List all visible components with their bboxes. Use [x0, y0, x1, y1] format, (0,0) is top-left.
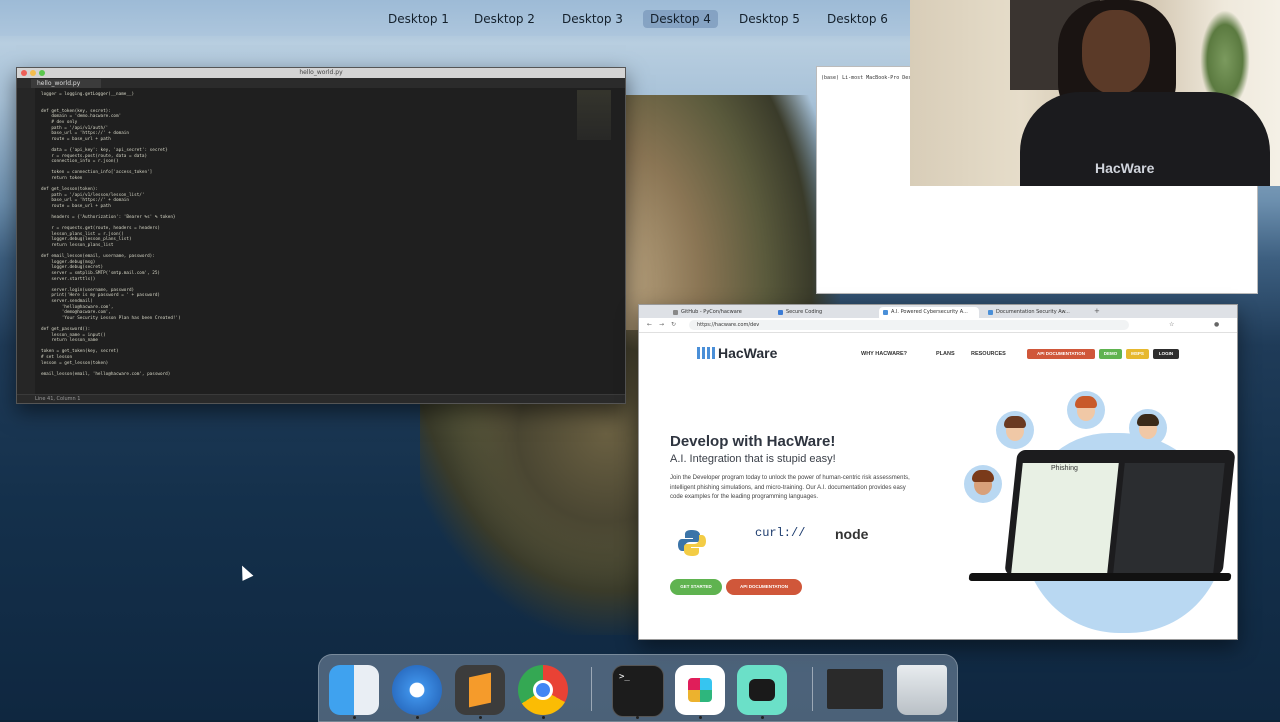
dock: >_ — [318, 654, 958, 722]
hacware-logo-text: HacWare — [718, 345, 778, 361]
running-indicator — [416, 716, 419, 719]
chrome-window[interactable]: GitHub - PyCon/hacware Secure Coding A.I… — [638, 304, 1238, 640]
sublime-status-bar: Line 41, Column 1 — [17, 394, 625, 403]
chrome-tab-secure-coding[interactable]: Secure Coding — [774, 307, 874, 318]
running-indicator — [636, 716, 639, 719]
avatar-illustration-3 — [1129, 409, 1167, 447]
favicon-icon — [988, 310, 993, 315]
address-bar[interactable]: https://hacware.com/dev — [689, 320, 1129, 330]
github-icon — [673, 310, 678, 315]
hacware-logo[interactable]: HacWare — [697, 345, 777, 361]
laptop-phishing-label: Phishing — [1051, 465, 1078, 472]
node-logo: node — [835, 526, 869, 542]
loom-logo — [749, 679, 775, 701]
nav-resources[interactable]: RESOURCES — [971, 351, 1006, 357]
chrome-tab-strip: GitHub - PyCon/hacware Secure Coding A.I… — [639, 305, 1237, 318]
safari-icon[interactable] — [392, 665, 442, 715]
star-icon[interactable]: ☆ — [1169, 321, 1174, 328]
desktop-tab-5[interactable]: Desktop 5 — [732, 10, 807, 28]
hero-subtitle: A.I. Integration that is stupid easy! — [670, 453, 836, 465]
login-pill[interactable]: LOGIN — [1153, 349, 1179, 359]
running-indicator — [761, 716, 764, 719]
desktop-tab-4[interactable]: Desktop 4 — [643, 10, 718, 28]
hacware-favicon-icon — [883, 310, 888, 315]
avatar-illustration-2 — [1067, 391, 1105, 429]
desktop-tab-3[interactable]: Desktop 3 — [555, 10, 630, 28]
code-line: email_lesson(email, 'hello@hacware.com',… — [41, 371, 171, 377]
hero-body: Join the Developer program today to unlo… — [670, 475, 910, 500]
terminal-icon[interactable]: >_ — [612, 665, 664, 717]
api-documentation-pill[interactable]: API DOCUMENTATION — [1027, 349, 1095, 359]
finder-icon[interactable] — [329, 665, 379, 715]
sublime-logo-shape — [469, 672, 491, 708]
shirt-logo-text: HacWare — [1095, 160, 1155, 176]
favicon-icon — [778, 310, 783, 315]
loom-icon[interactable] — [737, 665, 787, 715]
get-started-button[interactable]: GET STARTED — [670, 579, 722, 595]
code-editor[interactable]: logger = logging.getLogger(__name__) def… — [17, 88, 557, 394]
curl-logo: curl:// — [755, 526, 806, 540]
chrome-tab-label: GitHub - PyCon/hacware — [681, 309, 742, 315]
back-icon[interactable]: ← — [647, 321, 652, 328]
nav-why-hacware[interactable]: WHY HACWARE? — [861, 351, 907, 357]
sublime-window-title: hello_world.py — [299, 69, 343, 76]
laptop-screen-left — [1011, 463, 1119, 573]
demo-pill[interactable]: DEMO — [1099, 349, 1122, 359]
chrome-center — [533, 680, 553, 700]
sublime-tab-bar: hello_world.py — [17, 78, 625, 88]
sublime-text-icon[interactable] — [455, 665, 505, 715]
forward-icon[interactable]: → — [659, 321, 664, 328]
desktop-tab-2[interactable]: Desktop 2 — [467, 10, 542, 28]
dock-separator — [812, 667, 813, 711]
python-logo-icon — [678, 530, 706, 556]
chrome-tab-label: A.I. Powered Cybersecurity A... — [891, 309, 968, 315]
new-tab-icon[interactable]: + — [1094, 307, 1100, 315]
hero-title: Develop with HacWare! — [670, 433, 836, 450]
msps-pill[interactable]: MSPS — [1126, 349, 1149, 359]
hacware-logo-icon — [697, 347, 715, 359]
avatar-illustration-1 — [996, 411, 1034, 449]
running-indicator — [542, 716, 545, 719]
chrome-toolbar: ← → ↻ https://hacware.com/dev ☆ ● — [639, 318, 1237, 333]
laptop-base — [968, 573, 1232, 581]
webcam-overlay: HacWare — [910, 0, 1280, 186]
running-indicator — [479, 716, 482, 719]
minimized-window-thumbnail[interactable] — [827, 669, 883, 709]
running-indicator — [353, 716, 356, 719]
reload-icon[interactable]: ↻ — [671, 321, 676, 328]
presenter-face — [1082, 10, 1150, 94]
sublime-titlebar[interactable]: hello_world.py — [17, 68, 625, 78]
slack-icon[interactable] — [675, 665, 725, 715]
chrome-tab-hacware[interactable]: A.I. Powered Cybersecurity A... — [879, 307, 979, 318]
desktop-tab-1[interactable]: Desktop 1 — [381, 10, 456, 28]
chrome-tab-documentation[interactable]: Documentation Security Aw... — [984, 307, 1084, 318]
api-documentation-button[interactable]: API DOCUMENTATION — [726, 579, 802, 595]
running-indicator — [699, 716, 702, 719]
chrome-tab-label: Secure Coding — [786, 309, 823, 315]
nav-plans[interactable]: PLANS — [936, 351, 955, 357]
chrome-tab-label: Documentation Security Aw... — [996, 309, 1070, 315]
laptop-screen-right — [1113, 463, 1225, 573]
chrome-icon[interactable] — [518, 665, 568, 715]
sublime-text-window[interactable]: hello_world.py hello_world.py logger = l… — [16, 67, 626, 404]
sublime-file-tab[interactable]: hello_world.py — [31, 79, 101, 88]
avatar-illustration-4 — [964, 465, 1002, 503]
terminal-prompt-glyph: >_ — [619, 672, 630, 682]
dock-separator — [591, 667, 592, 711]
minimap[interactable] — [577, 90, 611, 140]
desktop-tab-6[interactable]: Desktop 6 — [820, 10, 895, 28]
profile-avatar[interactable]: ● — [1214, 321, 1219, 328]
slack-logo — [688, 678, 712, 702]
trash-icon[interactable] — [897, 665, 947, 715]
chrome-tab-github[interactable]: GitHub - PyCon/hacware — [669, 307, 769, 318]
